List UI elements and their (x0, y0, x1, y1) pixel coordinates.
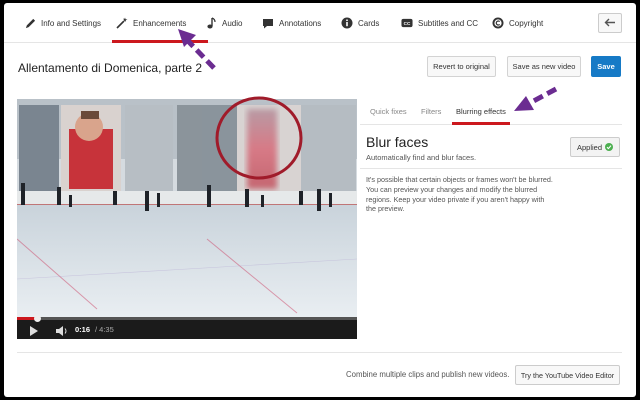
editor-window: Info and Settings Enhancements Audio Ann… (4, 3, 636, 397)
tab-quick-fixes[interactable]: Quick fixes (370, 107, 407, 116)
progress-bar[interactable] (17, 315, 357, 322)
nav-item-enhancements[interactable]: Enhancements (116, 15, 186, 31)
video-preview[interactable]: 0:16 / 4:35 (17, 99, 357, 339)
current-time: 0:16 (75, 325, 91, 334)
back-arrow-icon (604, 14, 616, 32)
footer-message: Combine multiple clips and publish new v… (346, 370, 510, 379)
nav-item-cards[interactable]: Cards (341, 15, 379, 31)
blur-faces-heading: Blur faces (366, 134, 429, 150)
svg-text:CC: CC (404, 21, 411, 26)
nav-label: Annotations (279, 18, 322, 28)
tab-filters[interactable]: Filters (421, 107, 441, 116)
editor-nav: Info and Settings Enhancements Audio Ann… (4, 3, 636, 43)
footer-divider (17, 352, 622, 353)
pencil-icon (24, 17, 36, 29)
music-note-icon (205, 17, 217, 29)
blur-disclaimer: It's possible that certain objects or fr… (366, 175, 553, 214)
applied-label: Applied (576, 142, 603, 152)
try-video-editor-button[interactable]: Try the YouTube Video Editor (515, 365, 620, 385)
nav-item-copyright[interactable]: Copyright (492, 15, 543, 31)
nav-label: Info and Settings (41, 18, 102, 28)
copyright-icon (492, 17, 504, 29)
check-icon (605, 143, 614, 151)
nav-item-annotations[interactable]: Annotations (262, 15, 321, 31)
blur-faces-description: Automatically find and blur faces. (366, 153, 477, 162)
panel-divider (360, 168, 622, 169)
active-nav-indicator (112, 40, 208, 43)
speech-bubble-icon (262, 17, 274, 29)
video-frame (17, 99, 357, 317)
save-button[interactable]: Save (591, 56, 621, 77)
scrubber-handle[interactable] (33, 315, 41, 322)
nav-label: Subtitles and CC (418, 18, 479, 28)
info-circle-icon (341, 17, 353, 29)
nav-label: Cards (358, 18, 380, 28)
cc-icon: CC (401, 17, 413, 29)
nav-label: Audio (222, 18, 243, 28)
volume-icon[interactable] (55, 324, 69, 336)
player-controls: 0:16 / 4:35 (17, 315, 357, 339)
magic-wand-icon (116, 17, 128, 29)
revert-to-original-button[interactable]: Revert to original (427, 56, 496, 77)
arrow-to-blurring-tab-icon (514, 86, 558, 111)
nav-item-subtitles[interactable]: CC Subtitles and CC (401, 15, 478, 31)
applied-button[interactable]: Applied (570, 137, 620, 157)
total-time: / 4:35 (95, 325, 114, 334)
active-tab-indicator (452, 122, 510, 125)
back-button[interactable] (598, 13, 622, 33)
nav-item-info-settings[interactable]: Info and Settings (24, 15, 101, 31)
play-icon[interactable] (29, 324, 39, 336)
nav-label: Enhancements (133, 18, 187, 28)
nav-item-audio[interactable]: Audio (205, 15, 242, 31)
save-as-new-video-button[interactable]: Save as new video (507, 56, 581, 77)
nav-label: Copyright (509, 18, 544, 28)
tab-blurring-effects[interactable]: Blurring effects (456, 107, 506, 116)
video-title: Allentamento di Domenica, parte 2 (18, 61, 203, 75)
